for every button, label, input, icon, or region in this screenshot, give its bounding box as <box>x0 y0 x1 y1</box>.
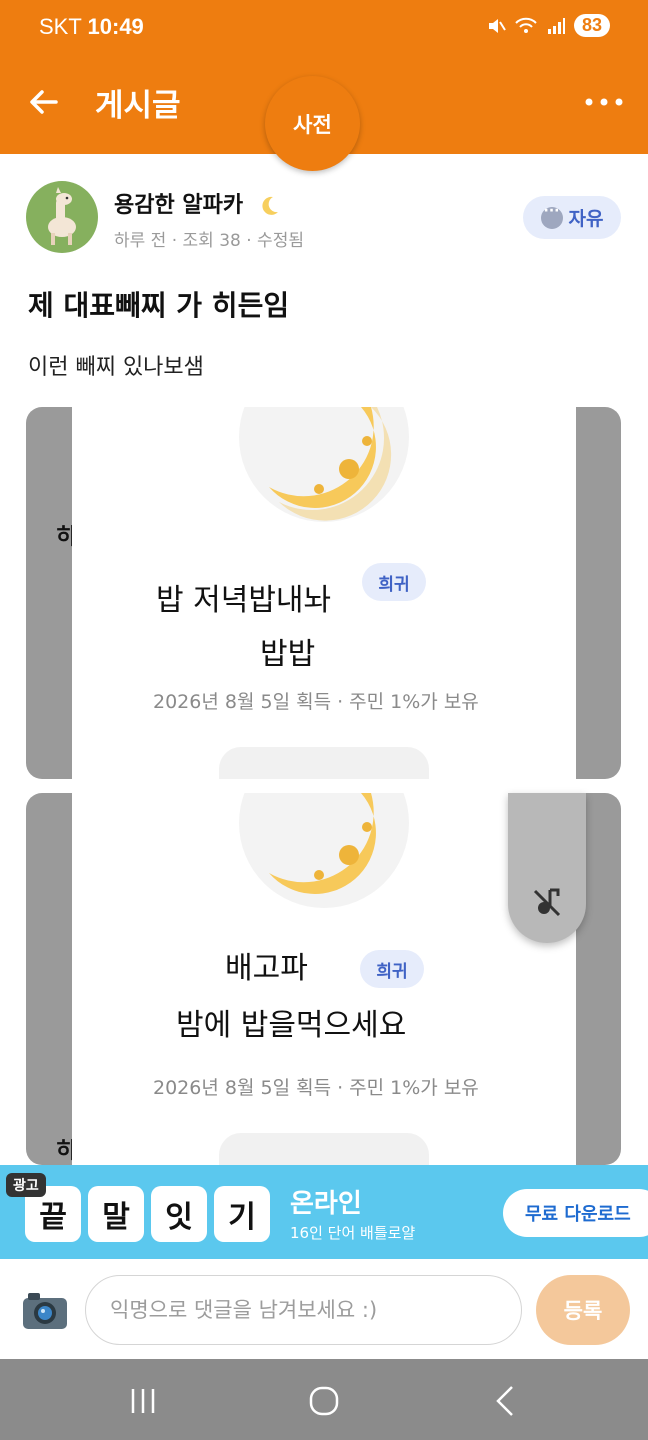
home-icon[interactable] <box>304 1381 344 1421</box>
music-off-icon <box>533 888 561 917</box>
crescent-moon-icon <box>262 196 278 215</box>
badge-button-partial <box>219 1133 429 1165</box>
rarity-badge: 희귀 <box>362 563 426 601</box>
system-nav-bar <box>0 1359 648 1440</box>
badge-title-line2: 밤에 밥을먹으세요 <box>176 1008 407 1043</box>
status-icons: 83 <box>486 14 610 37</box>
crescent-moon-icon <box>239 407 409 522</box>
more-options-icon[interactable] <box>582 86 626 118</box>
mute-icon <box>488 18 506 33</box>
recent-apps-icon[interactable] <box>123 1381 163 1421</box>
chat-bubble-icon <box>540 203 563 229</box>
back-arrow-icon[interactable] <box>24 82 64 122</box>
post-title: 제 대표빼찌 가 히든임 <box>28 289 290 322</box>
back-icon[interactable] <box>486 1381 526 1421</box>
author-name-text: 용감한 알파카 <box>114 193 244 218</box>
submit-comment-button[interactable]: 등록 <box>536 1275 630 1345</box>
badge-title-line1: 밥 저녁밥내놔 <box>156 583 332 618</box>
badge-button-partial <box>219 747 429 779</box>
page-title: 게시글 <box>95 88 181 124</box>
badge-title-line1: 배고파 <box>225 951 308 986</box>
crescent-moon-icon <box>239 793 409 908</box>
acquired-date: 2026년 8월 5일 획득 · 주민 1%가 보유 <box>153 1077 479 1099</box>
battery-level: 83 <box>573 14 610 37</box>
ad-tile: 잇 <box>151 1186 207 1242</box>
ad-download-button[interactable]: 무료 다운로드 <box>503 1189 648 1237</box>
carrier: SKT <box>39 14 82 39</box>
camera-icon[interactable] <box>22 1291 68 1331</box>
post-meta: 하루 전 · 조회 38 · 수정됨 <box>114 231 304 251</box>
alpaca-icon <box>48 187 76 245</box>
author-name[interactable]: 용감한 알파카 <box>114 187 281 219</box>
rarity-badge: 희귀 <box>360 950 424 988</box>
badge-card: 밥 저녁밥내놔 희귀 밥밥 2026년 8월 5일 획득 · 주민 1%가 보유 <box>72 407 576 779</box>
status-bar: SKT 10:49 83 <box>0 0 648 56</box>
category-tag[interactable]: 자유 <box>523 196 621 239</box>
ad-subtitle: 16인 단어 배틀로얄 <box>290 1224 416 1242</box>
badge-card: 배고파 희귀 밤에 밥을먹으세요 2026년 8월 5일 획득 · 주민 1%가… <box>72 793 576 1165</box>
acquired-date: 2026년 8월 5일 획득 · 주민 1%가 보유 <box>153 691 479 713</box>
badge-title-line2: 밥밥 <box>260 637 316 672</box>
ad-tile: 말 <box>88 1186 144 1242</box>
status-carrier-time: SKT 10:49 <box>39 14 144 40</box>
post-image[interactable]: 히 밥 저녁밥내놔 희귀 밥밥 2026년 8월 5일 획득 · 주민 1%가 … <box>26 407 621 779</box>
ad-tile: 기 <box>214 1186 270 1242</box>
avatar[interactable] <box>26 181 98 253</box>
comment-input[interactable] <box>85 1275 522 1345</box>
category-label: 자유 <box>568 208 604 230</box>
post-body: 이런 빼찌 있나보샘 <box>28 355 204 380</box>
signal-icon <box>547 17 565 34</box>
ad-banner[interactable]: 광고 끝 말 잇 기 온라인 16인 단어 배틀로얄 무료 다운로드 <box>0 1165 648 1259</box>
mute-toggle-button[interactable] <box>508 793 586 943</box>
wifi-icon <box>515 17 537 33</box>
clock: 10:49 <box>87 14 144 39</box>
ad-title: 온라인 <box>290 1189 362 1219</box>
dictionary-button[interactable]: 사전 <box>265 76 360 171</box>
ad-label: 광고 <box>6 1173 46 1197</box>
